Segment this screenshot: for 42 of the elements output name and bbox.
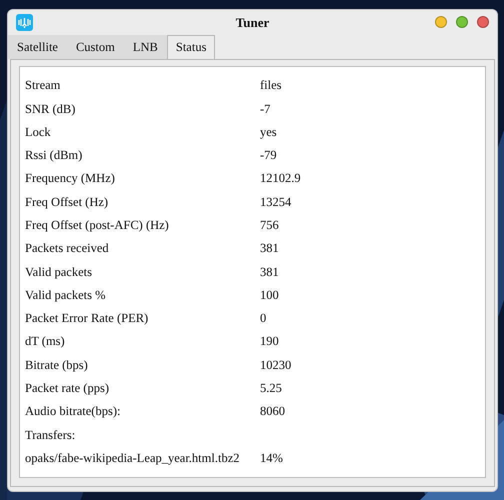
status-value: 12102.9 (260, 170, 301, 188)
status-label: Bitrate (bps) (25, 356, 89, 374)
status-label: Packets received (25, 240, 110, 258)
status-label: Transfers: (25, 426, 76, 444)
tab[interactable]: Satellite (8, 34, 67, 59)
tab[interactable]: LNB (124, 34, 167, 59)
status-value: -7 (260, 100, 270, 118)
status-value: 0 (260, 310, 266, 328)
tab[interactable]: Custom (66, 34, 124, 59)
status-label: Freq Offset (post-AFC) (Hz) (25, 217, 170, 234)
status-label: Frequency (MHz) (25, 170, 116, 188)
status-label: opaks/fabe-wikipedia-Leap_year.html.tbz2 (25, 450, 241, 467)
status-value: 190 (260, 333, 279, 350)
status-value: 100 (260, 286, 279, 304)
status-value: -79 (260, 147, 277, 164)
status-value: files (260, 77, 282, 94)
status-value: 5.25 (260, 380, 282, 398)
status-value: 756 (260, 217, 279, 234)
minimize-button[interactable] (435, 16, 447, 28)
status-value: 10230 (260, 356, 292, 374)
status-label: Rssi (dBm) (25, 147, 84, 164)
status-label: dT (ms) (25, 333, 66, 350)
status-label: SNR (dB) (25, 100, 76, 118)
status-label: Freq Offset (Hz) (25, 194, 110, 211)
status-label: Audio bitrate(bps): (25, 403, 122, 420)
maximize-button[interactable] (456, 16, 468, 28)
status-label: Stream (25, 77, 62, 94)
status-value: 381 (260, 264, 279, 281)
status-label: Packet rate (pps) (25, 380, 110, 398)
window-title: Tuner (236, 14, 270, 32)
status-value: 14% (260, 450, 283, 467)
status-value: yes (260, 124, 277, 141)
status-label: Valid packets (25, 264, 93, 281)
status-label: Lock (25, 124, 52, 141)
status-value: 13254 (260, 194, 292, 211)
tab[interactable]: Status (166, 34, 216, 59)
status-value: 381 (260, 240, 279, 258)
close-button[interactable] (477, 16, 489, 28)
status-value: 8060 (260, 403, 285, 420)
status-label: Packet Error Rate (PER) (25, 310, 150, 328)
app-icon (16, 14, 33, 31)
status-label: Valid packets % (25, 286, 107, 304)
